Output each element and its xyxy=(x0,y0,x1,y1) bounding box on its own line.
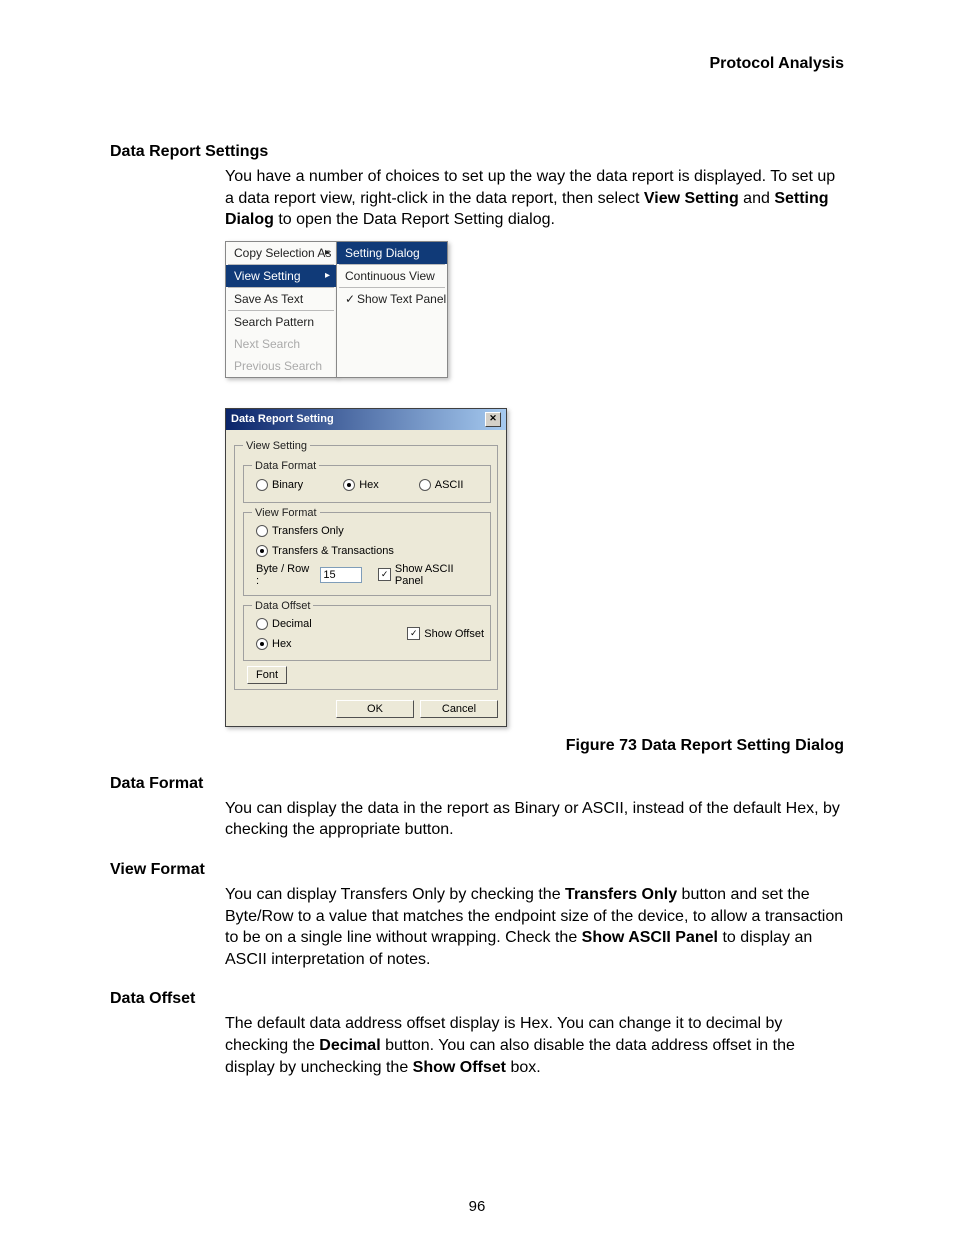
label: Copy Selection As xyxy=(234,246,331,260)
label: Search Pattern xyxy=(234,315,314,329)
context-menu-screenshot: Copy Selection As ▸ View Setting ▸ Save … xyxy=(225,241,844,378)
menu-item-setting-dialog[interactable]: Setting Dialog xyxy=(337,242,447,264)
menu-item-save-as-text[interactable]: Save As Text xyxy=(226,288,336,310)
paragraph-view-format: You can display Transfers Only by checki… xyxy=(225,884,844,970)
label: Previous Search xyxy=(234,359,322,373)
text: You can display Transfers Only by checki… xyxy=(225,886,565,903)
label-byte-row: Byte / Row : xyxy=(256,563,312,587)
heading-data-format: Data Format xyxy=(110,775,844,793)
check-icon: ✓ xyxy=(345,292,355,306)
paragraph-data-format: You can display the data in the report a… xyxy=(225,798,844,841)
bold-show-ascii-panel: Show ASCII Panel xyxy=(582,929,718,946)
heading-data-offset: Data Offset xyxy=(110,990,844,1008)
close-button[interactable]: ✕ xyxy=(485,412,501,427)
menu-item-copy-selection-as[interactable]: Copy Selection As ▸ xyxy=(226,242,336,264)
label: Continuous View xyxy=(345,269,435,283)
label: Show ASCII Panel xyxy=(395,563,480,587)
label: Save As Text xyxy=(234,292,303,306)
fieldset-data-offset: Data Offset Decimal Hex ✓Show Offset xyxy=(243,600,491,661)
radio-hex-offset[interactable]: Hex xyxy=(256,638,292,650)
radio-transfers-transactions[interactable]: Transfers & Transactions xyxy=(256,545,394,557)
text: to open the Data Report Setting dialog. xyxy=(274,211,555,228)
page-header: Protocol Analysis xyxy=(110,55,844,73)
label: Hex xyxy=(272,638,292,650)
context-menu-left: Copy Selection As ▸ View Setting ▸ Save … xyxy=(225,241,337,378)
menu-item-previous-search: Previous Search xyxy=(226,355,336,377)
bold-decimal: Decimal xyxy=(319,1037,380,1054)
dialog-title: Data Report Setting xyxy=(231,413,334,425)
checkbox-show-offset[interactable]: ✓Show Offset xyxy=(407,627,484,640)
fieldset-data-format: Data Format Binary Hex ASCII xyxy=(243,460,491,503)
legend: View Setting xyxy=(243,440,310,452)
label: Decimal xyxy=(272,618,312,630)
radio-binary[interactable]: Binary xyxy=(256,479,303,491)
dialog-titlebar: Data Report Setting ✕ xyxy=(226,409,506,430)
paragraph-intro: You have a number of choices to set up t… xyxy=(225,166,844,231)
menu-item-search-pattern[interactable]: Search Pattern xyxy=(226,311,336,333)
label: Show Text Panel xyxy=(357,292,446,306)
menu-item-continuous-view[interactable]: Continuous View xyxy=(337,265,447,287)
font-button[interactable]: Font xyxy=(247,666,287,684)
input-byte-row[interactable]: 15 xyxy=(320,567,362,583)
heading-view-format: View Format xyxy=(110,861,844,879)
radio-hex[interactable]: Hex xyxy=(343,479,379,491)
checkbox-show-ascii-panel[interactable]: ✓Show ASCII Panel xyxy=(378,563,480,587)
context-menu-right: Setting Dialog Continuous View ✓Show Tex… xyxy=(336,241,448,378)
radio-decimal[interactable]: Decimal xyxy=(256,618,312,630)
paragraph-data-offset: The default data address offset display … xyxy=(225,1013,844,1078)
page-number: 96 xyxy=(110,1198,844,1215)
label: Binary xyxy=(272,479,303,491)
label: View Setting xyxy=(234,269,301,283)
bold-transfers-only: Transfers Only xyxy=(565,886,677,903)
menu-item-next-search: Next Search xyxy=(226,333,336,355)
figure-caption: Figure 73 Data Report Setting Dialog xyxy=(110,737,844,755)
fieldset-view-setting: View Setting Data Format Binary Hex ASCI… xyxy=(234,440,498,690)
bold-view-setting: View Setting xyxy=(644,190,739,207)
text: box. xyxy=(506,1059,541,1076)
label: Next Search xyxy=(234,337,300,351)
bold-show-offset: Show Offset xyxy=(413,1059,506,1076)
legend: View Format xyxy=(252,507,320,519)
heading-data-report-settings: Data Report Settings xyxy=(110,143,844,161)
submenu-arrow-icon: ▸ xyxy=(325,247,330,258)
label: Setting Dialog xyxy=(345,246,420,260)
label: Hex xyxy=(359,479,379,491)
radio-transfers-only[interactable]: Transfers Only xyxy=(256,525,344,537)
legend: Data Format xyxy=(252,460,319,472)
menu-item-show-text-panel[interactable]: ✓Show Text Panel xyxy=(337,288,447,310)
menu-item-view-setting[interactable]: View Setting ▸ xyxy=(226,265,336,287)
text: and xyxy=(739,190,775,207)
radio-ascii[interactable]: ASCII xyxy=(419,479,464,491)
fieldset-view-format: View Format Transfers Only Transfers & T… xyxy=(243,507,491,596)
label: Show Offset xyxy=(424,628,484,640)
label: ASCII xyxy=(435,479,464,491)
legend: Data Offset xyxy=(252,600,313,612)
label: Transfers Only xyxy=(272,525,344,537)
submenu-arrow-icon: ▸ xyxy=(325,270,330,281)
data-report-setting-dialog: Data Report Setting ✕ View Setting Data … xyxy=(225,408,507,727)
cancel-button[interactable]: Cancel xyxy=(420,700,498,718)
label: Transfers & Transactions xyxy=(272,545,394,557)
ok-button[interactable]: OK xyxy=(336,700,414,718)
